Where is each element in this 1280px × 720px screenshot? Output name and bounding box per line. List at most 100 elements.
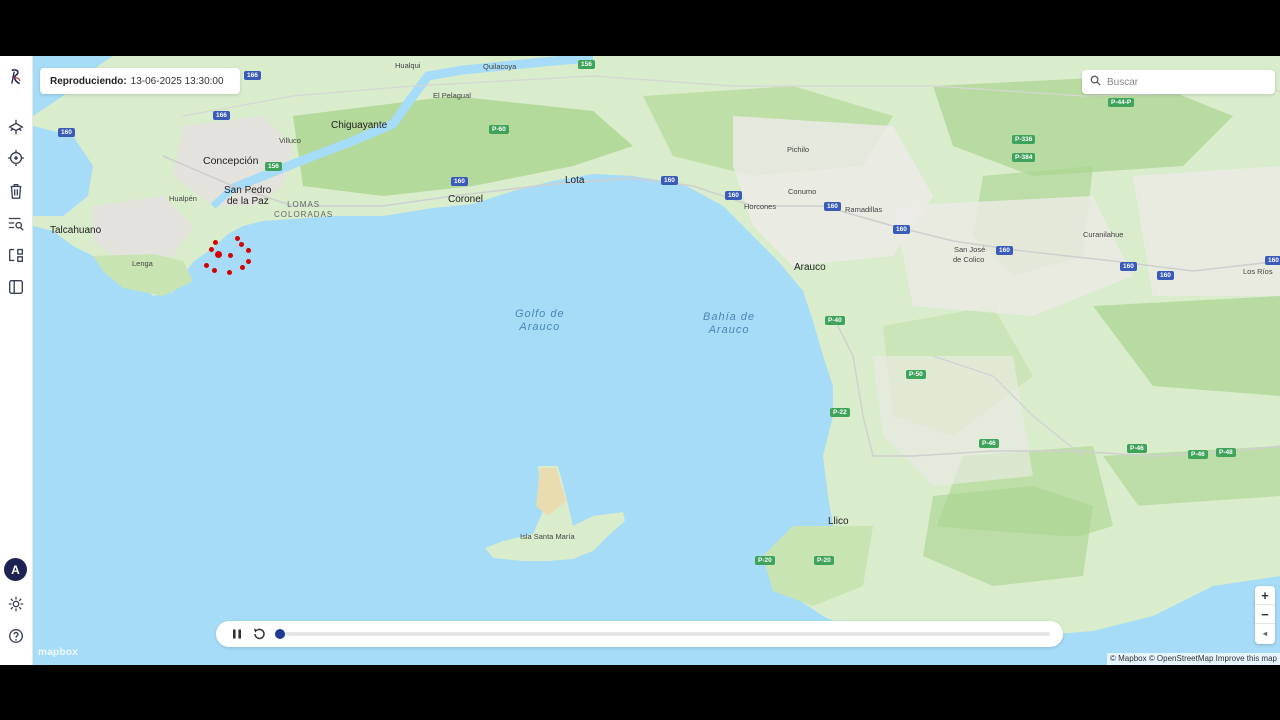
vessel-marker[interactable] — [246, 248, 251, 253]
road-shield: 156 — [578, 60, 595, 69]
road-shield: P-48 — [1216, 448, 1236, 457]
playback-timeline — [216, 621, 1063, 647]
vessel-marker[interactable] — [227, 270, 232, 275]
trash-icon[interactable] — [5, 180, 27, 202]
search-icon — [1090, 73, 1101, 91]
gear-icon[interactable] — [5, 593, 27, 615]
road-shield: P-40 — [825, 316, 845, 325]
letterbox-top — [0, 0, 1280, 56]
timeline-track[interactable] — [278, 632, 1050, 636]
road-shield: 166 — [244, 71, 261, 80]
vessel-marker[interactable] — [228, 253, 233, 258]
list-search-icon[interactable] — [5, 212, 27, 234]
vessel-marker[interactable] — [235, 236, 240, 241]
vessel-marker[interactable] — [212, 268, 217, 273]
water-label-line: Arauco — [708, 324, 750, 336]
water-label: Golfo de Arauco — [515, 308, 565, 334]
road-shield: P-50 — [906, 370, 926, 379]
place-label: San Pedro — [224, 185, 272, 196]
road-shield: 160 — [58, 128, 75, 137]
playback-datetime: 13-06-2025 13:30:00 — [130, 75, 224, 87]
map-base-layer — [33, 56, 1280, 646]
road-shield: 160 — [893, 225, 910, 234]
logo-icon[interactable] — [4, 62, 28, 92]
mapbox-logo[interactable]: mapbox — [38, 647, 78, 658]
road-shield: P-46 — [979, 439, 999, 448]
place-label: Chiguayante — [331, 120, 388, 131]
zoom-out-button[interactable]: − — [1255, 605, 1275, 624]
road-shield: P-336 — [1012, 135, 1036, 144]
road-shield: P-20 — [755, 556, 775, 565]
place-label: Talcahuano — [50, 225, 102, 236]
road-shield: 160 — [451, 177, 468, 186]
area-label-line: COLORADAS — [274, 210, 334, 219]
pause-icon — [233, 629, 241, 639]
road-shield: P-46 — [1127, 444, 1147, 453]
road-shield: 160 — [1265, 256, 1280, 265]
replay-button[interactable] — [252, 627, 266, 641]
search-box[interactable] — [1082, 70, 1275, 94]
vessel-marker[interactable] — [213, 240, 218, 245]
replay-icon — [254, 628, 265, 640]
zoom-in-button[interactable]: + — [1255, 586, 1275, 605]
place-label: Lenga — [132, 259, 153, 268]
place-label: Arauco — [794, 262, 826, 273]
route-icon[interactable] — [5, 244, 27, 266]
place-label: Quilacoya — [483, 62, 517, 71]
place-label: Coronel — [448, 194, 484, 205]
place-label: Conumo — [788, 187, 817, 196]
target-icon[interactable] — [5, 147, 27, 169]
place-label: Pichilo — [787, 145, 810, 154]
place-label: El Pelagual — [433, 91, 471, 100]
drone-icon[interactable] — [5, 116, 27, 138]
area-label-line: LOMAS — [287, 200, 321, 209]
place-label: Ramadillas — [845, 205, 883, 214]
place-label: Villuco — [279, 136, 301, 145]
timeline-thumb[interactable] — [275, 629, 285, 639]
vessel-marker-active[interactable] — [215, 251, 222, 258]
road-shield: 160 — [1157, 271, 1174, 280]
place-label: Isla Santa María — [520, 532, 575, 541]
pause-button[interactable] — [230, 627, 244, 641]
place-label: Curanilahue — [1083, 230, 1124, 239]
help-icon[interactable] — [5, 625, 27, 647]
road-shield: P-384 — [1012, 153, 1036, 162]
letterbox-bottom — [0, 665, 1280, 720]
map-attribution[interactable]: © Mapbox © OpenStreetMap Improve this ma… — [1107, 653, 1280, 665]
map-canvas[interactable]: Hualqui Quilacoya El Pelagual Chiguayant… — [33, 56, 1280, 665]
road-shield: 160 — [1120, 262, 1137, 271]
water-label-line: Arauco — [519, 321, 561, 333]
panel-toggle-icon[interactable] — [5, 276, 27, 298]
search-input[interactable] — [1107, 76, 1267, 88]
place-label: de Colico — [953, 255, 985, 264]
road-shield: 160 — [824, 202, 841, 211]
playback-status: Reproduciendo: 13-06-2025 13:30:00 — [40, 68, 240, 94]
road-shield: 166 — [213, 111, 230, 120]
place-label: Lota — [565, 175, 585, 186]
compass-button[interactable]: ◂ — [1255, 624, 1275, 643]
road-shield: P-60 — [489, 125, 509, 134]
place-label: Llico — [828, 516, 849, 527]
zoom-control: + − ◂ — [1255, 586, 1275, 644]
app-window: A Hualqui Quilacoya El Pelagual Chiguaya… — [0, 56, 1280, 665]
place-label: Horcones — [744, 202, 777, 211]
vessel-marker[interactable] — [240, 265, 245, 270]
road-shield: P-44-P — [1108, 98, 1135, 107]
vessel-marker[interactable] — [204, 263, 209, 268]
water-label: Bahía de Arauco — [703, 311, 755, 337]
place-label: de la Paz — [227, 196, 269, 207]
avatar[interactable]: A — [4, 558, 27, 581]
place-label: Concepción — [203, 155, 259, 167]
place-label: Hualpén — [169, 194, 197, 203]
vessel-marker[interactable] — [246, 259, 251, 264]
vessel-marker[interactable] — [209, 247, 214, 252]
sidebar: A — [0, 56, 33, 665]
road-shield: P-46 — [1188, 450, 1208, 459]
place-label: San José — [954, 245, 986, 254]
water-label-line: Bahía de — [703, 311, 756, 323]
vessel-marker[interactable] — [239, 242, 244, 247]
playback-label: Reproduciendo: — [50, 75, 127, 87]
road-shield: 160 — [725, 191, 742, 200]
avatar-letter: A — [11, 562, 20, 577]
road-shield: 156 — [265, 162, 282, 171]
